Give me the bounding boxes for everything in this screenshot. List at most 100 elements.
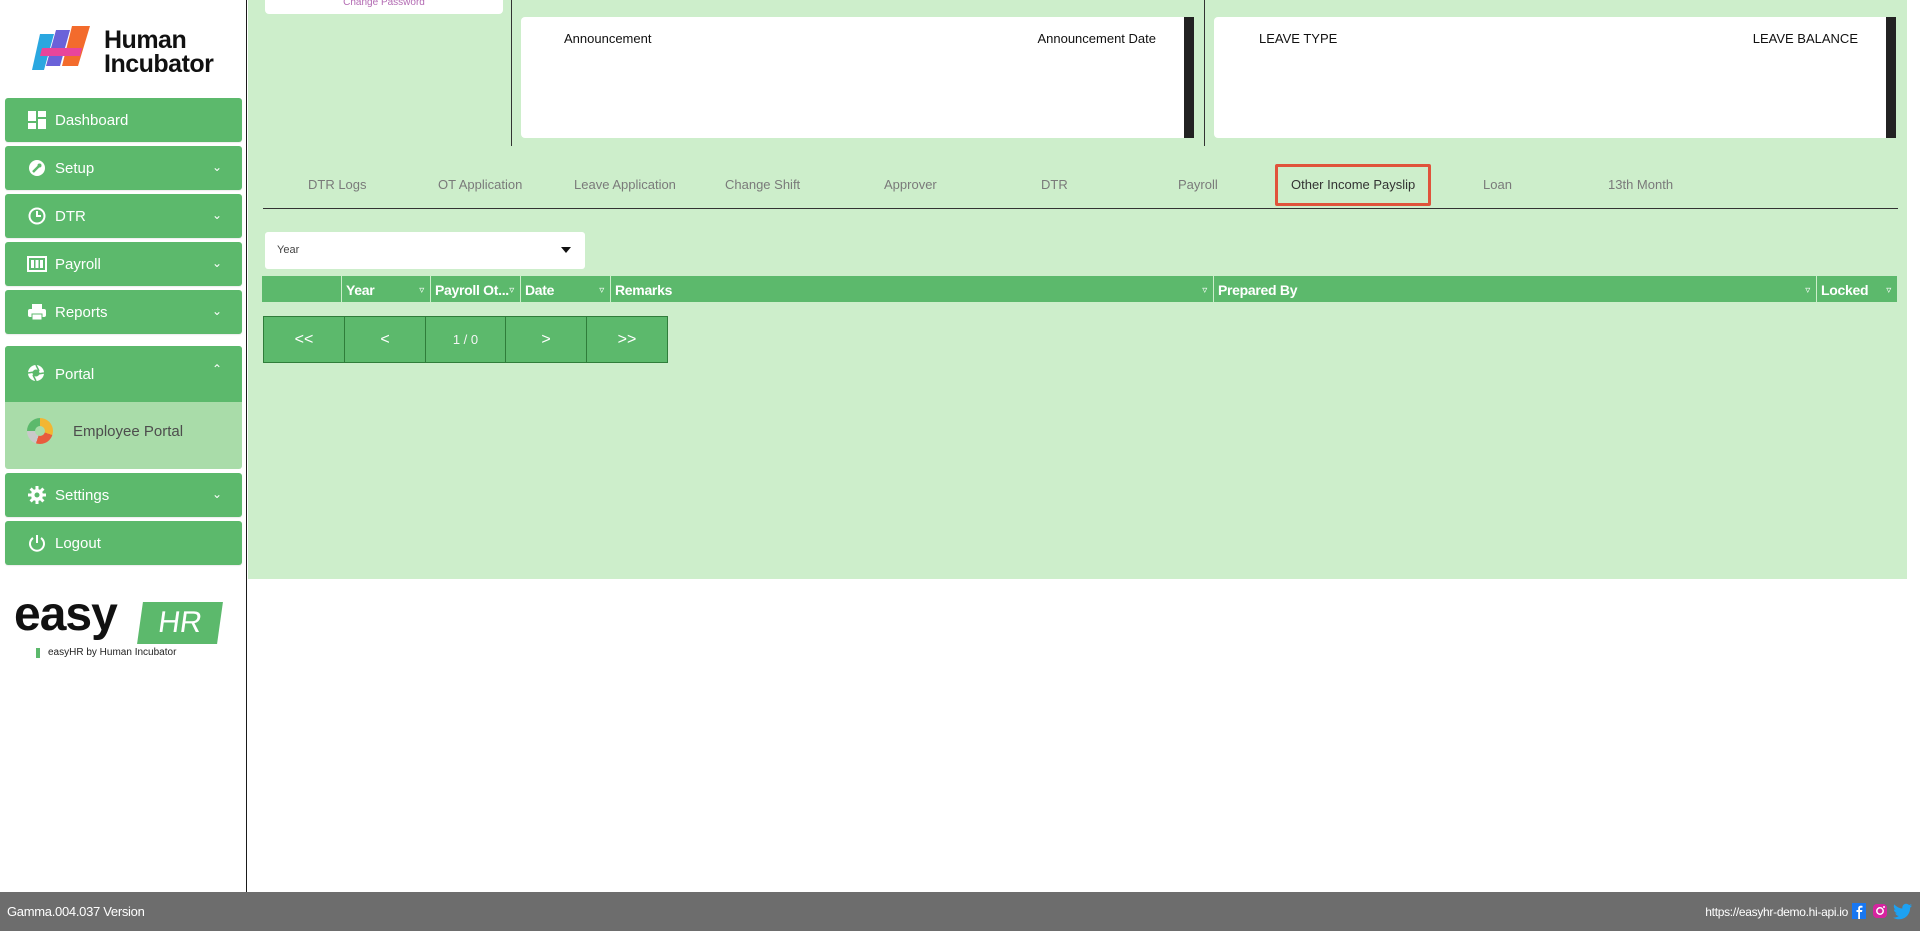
tagline-text: easyHR by Human Incubator: [48, 647, 177, 658]
wrench-icon: [27, 158, 47, 178]
sidebar-item-payroll[interactable]: Payroll ⌄: [5, 242, 242, 286]
filter-icon[interactable]: ▿: [1202, 277, 1207, 305]
chevron-down-icon: ⌄: [211, 304, 222, 318]
grid-col-label: Remarks: [615, 282, 673, 298]
tab-other-income-payslip[interactable]: Other Income Payslip: [1275, 164, 1432, 206]
sidebar-item-dtr[interactable]: DTR ⌄: [5, 194, 242, 238]
chevron-down-icon: ⌄: [211, 208, 222, 222]
sidebar: Human Incubator Dashboard Setup ⌄ DTR ⌄ …: [0, 0, 247, 892]
sidebar-item-reports[interactable]: Reports ⌄: [5, 290, 242, 334]
grid-col-label: Payroll Ot...: [435, 282, 509, 298]
easyhr-hr-badge: HR: [137, 602, 223, 644]
sidebar-item-logout[interactable]: Logout: [5, 521, 242, 565]
grid-col-payroll-ot[interactable]: Payroll Ot... ▿: [431, 276, 521, 302]
filter-icon[interactable]: ▿: [419, 277, 424, 305]
aperture-icon: [27, 364, 47, 384]
announcement-date-header: Announcement Date: [1037, 31, 1156, 46]
easyhr-tagline: easyHR by Human Incubator: [36, 647, 176, 658]
filter-icon[interactable]: ▿: [1886, 277, 1891, 305]
pagination: << < 1 / 0 > >>: [263, 316, 668, 363]
sidebar-item-dashboard[interactable]: Dashboard: [5, 98, 242, 142]
sidebar-item-label: Employee Portal: [73, 422, 184, 440]
grid-col-date[interactable]: Date ▿: [521, 276, 611, 302]
tab-dtr[interactable]: DTR: [1041, 177, 1068, 192]
grid-col-remarks[interactable]: Remarks ▿: [611, 276, 1214, 302]
tab-payroll[interactable]: Payroll: [1178, 177, 1218, 192]
tab-13th-month[interactable]: 13th Month: [1608, 177, 1673, 192]
leave-balance-header: LEAVE BALANCE: [1752, 31, 1858, 46]
sidebar-item-label: Setup: [55, 159, 95, 177]
sidebar-item-setup[interactable]: Setup ⌄: [5, 146, 242, 190]
first-page-button[interactable]: <<: [264, 317, 345, 362]
last-page-button[interactable]: >>: [587, 317, 667, 362]
tab-loan[interactable]: Loan: [1483, 177, 1512, 192]
sidebar-item-label: Payroll: [55, 255, 101, 273]
change-password-card[interactable]: Change Password: [265, 0, 503, 14]
employee-portal-icon: [27, 418, 53, 444]
grid-col-select[interactable]: [262, 276, 342, 302]
sidebar-item-label: Portal: [55, 365, 95, 383]
human-incubator-logo: Human Incubator: [32, 22, 222, 82]
chevron-up-icon: ⌃: [211, 362, 222, 376]
gear-icon: [27, 485, 47, 505]
sidebar-item-label: Settings: [55, 486, 110, 504]
chevron-down-icon: ⌄: [211, 487, 222, 501]
dashboard-icon: [27, 110, 47, 130]
sidebar-item-portal[interactable]: Portal ⌃: [5, 346, 242, 402]
tab-ot-application[interactable]: OT Application: [438, 177, 522, 192]
sidebar-item-employee-portal[interactable]: Employee Portal: [27, 418, 183, 444]
change-password-link[interactable]: Change Password: [343, 0, 425, 8]
next-page-button[interactable]: >: [506, 317, 587, 362]
prev-page-button[interactable]: <: [345, 317, 426, 362]
sidebar-item-label: Logout: [55, 534, 101, 552]
tab-approver[interactable]: Approver: [884, 177, 937, 192]
page-info: 1 / 0: [426, 317, 506, 362]
caret-down-icon: [561, 247, 571, 253]
grid-col-year[interactable]: Year ▿: [342, 276, 431, 302]
grid-col-label: Date: [525, 282, 555, 298]
announcement-panel: Announcement Announcement Date: [521, 17, 1194, 138]
year-select-value: Year: [277, 244, 300, 256]
grid-header: Year ▿ Payroll Ot... ▿ Date ▿ Remarks ▿ …: [262, 276, 1897, 302]
tab-leave-application[interactable]: Leave Application: [574, 177, 676, 192]
footer: Gamma.004.037 Version https://easyhr-dem…: [0, 892, 1920, 931]
grid-col-locked[interactable]: Locked ▿: [1817, 276, 1897, 302]
filter-icon[interactable]: ▿: [509, 277, 514, 305]
grid-col-prepared-by[interactable]: Prepared By ▿: [1214, 276, 1817, 302]
scrollbar[interactable]: [1184, 17, 1194, 138]
grid-col-label: Year: [346, 282, 375, 298]
grid-col-label: Prepared By: [1218, 282, 1298, 298]
site-url-link[interactable]: https://easyhr-demo.hi-api.io: [1705, 905, 1848, 919]
filter-icon[interactable]: ▿: [1805, 277, 1810, 305]
divider: [511, 0, 512, 146]
power-icon: [27, 533, 47, 553]
easyhr-word: easy: [14, 588, 118, 641]
instagram-icon[interactable]: [1872, 902, 1888, 920]
year-select[interactable]: Year: [265, 232, 585, 269]
divider: [1204, 0, 1205, 146]
brand-name: Human Incubator: [104, 26, 214, 78]
leave-balance-panel: LEAVE TYPE LEAVE BALANCE: [1214, 17, 1896, 138]
facebook-icon[interactable]: [1851, 902, 1867, 920]
sidebar-item-label: Reports: [55, 303, 108, 321]
clock-icon: [27, 206, 47, 226]
chevron-down-icon: ⌄: [211, 256, 222, 270]
tab-dtr-logs[interactable]: DTR Logs: [308, 177, 367, 192]
portal-section: Portal ⌃ Employee Portal: [5, 346, 242, 469]
main-content: Change Password Announcement Announcemen…: [248, 0, 1907, 579]
brand-logo-mark: [32, 26, 100, 78]
sidebar-item-label: Dashboard: [55, 111, 129, 129]
sidebar-item-settings[interactable]: Settings ⌄: [5, 473, 242, 517]
printer-icon: [27, 302, 47, 322]
sidebar-item-label: DTR: [55, 207, 86, 225]
twitter-icon[interactable]: [1893, 902, 1913, 920]
filter-icon[interactable]: ▿: [599, 277, 604, 305]
tagline-bar: [36, 647, 40, 658]
version-label: Gamma.004.037 Version: [7, 904, 145, 919]
tab-change-shift[interactable]: Change Shift: [725, 177, 800, 192]
leave-type-header: LEAVE TYPE: [1259, 31, 1338, 46]
grid-col-label: Locked: [1821, 282, 1869, 298]
scrollbar[interactable]: [1886, 17, 1896, 138]
payroll-icon: [27, 254, 47, 274]
chevron-down-icon: ⌄: [211, 160, 222, 174]
